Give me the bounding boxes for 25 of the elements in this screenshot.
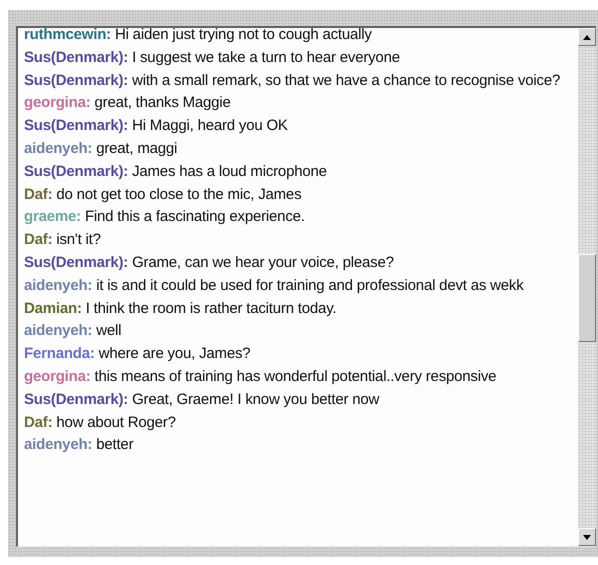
chat-message: Sus(Denmark): Grame, can we hear your voice, please? [23, 254, 394, 271]
scroll-thumb[interactable] [578, 254, 596, 342]
chat-message: Sus(Denmark): I suggest we take a turn to hear everyone [23, 48, 400, 66]
scrollbar[interactable] [578, 28, 596, 546]
chat-message: georgina: this means of training has wonderful potential..very responsive [23, 368, 496, 385]
chat-message: Daf: do not get too close to the mic, James [23, 186, 302, 203]
chat-message: Sus(Denmark): Great, Graeme! I know you better now [23, 390, 380, 408]
scroll-up-button[interactable] [578, 28, 596, 46]
chat-message: Daf: how about Roger? [23, 414, 176, 431]
scroll-down-button[interactable] [578, 528, 596, 546]
chat-message: Damian: I think the room is rather taciturn today. [23, 300, 336, 317]
chat-message: aidenyeh: great, maggi [23, 140, 178, 157]
chat-message: aidenyeh: well [23, 322, 122, 340]
chat-message: ruthmcewin: Hi aiden just trying not to cough actually [23, 28, 372, 43]
chat-message: Daf: isn't it? [23, 231, 101, 248]
chat-message: Sus(Denmark): Hi Maggi, heard you OK [23, 117, 288, 134]
chat-message: Sus(Denmark): James has a loud microphone [23, 162, 327, 180]
chat-message: aidenyeh: it is and it could be used for training and professional devt as wekk [23, 276, 524, 294]
down-arrow-icon [583, 534, 591, 540]
chat-message: aidenyeh: better [23, 436, 134, 454]
up-arrow-icon [583, 34, 591, 40]
chat-message: Sus(Denmark): with a small remark, so that we have a chance to recognise voice? [23, 72, 560, 89]
chat-message: graeme: Find this a fascinating experience. [23, 208, 305, 226]
chat-message: Fernanda: where are you, James? [23, 345, 250, 362]
chat-message: georgina: great, thanks Maggie [23, 94, 231, 112]
